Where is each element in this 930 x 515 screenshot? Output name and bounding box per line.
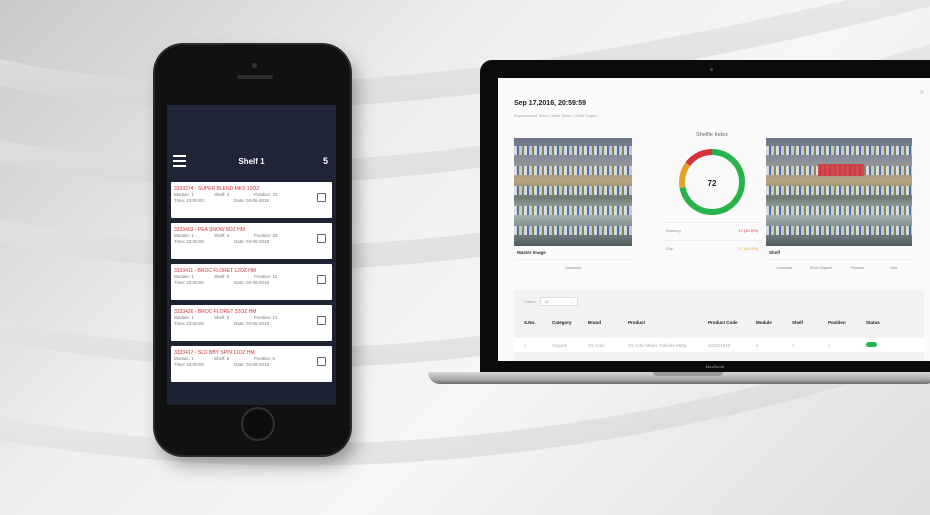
macbook-label: MacBook — [705, 364, 725, 369]
item-time: Time: 23:00:00 — [174, 362, 204, 367]
item-date: Date: 03-06-2018 — [234, 280, 270, 285]
header-count: 5 — [322, 156, 328, 166]
show-original-button[interactable]: Show Original — [803, 266, 840, 270]
item-checkbox[interactable] — [317, 193, 326, 202]
item-time: Time: 23:00:00 — [174, 198, 204, 203]
trackpad-notch — [653, 372, 723, 376]
shelfie-index-panel: Shelfie Index 72 Warning 17 (40.5%) Gap … — [662, 128, 762, 278]
item-checkbox[interactable] — [317, 234, 326, 243]
item-time: Time: 23:00:00 — [174, 280, 204, 285]
list-item[interactable]: 3333426 - BROC FLORET 32OZ HM Module: 1S… — [171, 305, 332, 341]
shelf-image — [766, 138, 912, 246]
list-item[interactable]: 3333411 - BROC FLORET 12OZ HM Module: 1S… — [171, 264, 332, 300]
list-item[interactable]: 3333403 - PEA SNOW 8OZ HM Module: 1 Shelf… — [171, 223, 332, 259]
master-image — [514, 138, 632, 246]
phone-screen: Shelf 1 5 3333374 - SUPER BLEND MKS 10OZ… — [167, 105, 336, 405]
camera-dot — [252, 63, 257, 68]
laptop-screen: × Sep 17,2016, 20:59:59 Supermarket Tesc… — [498, 78, 930, 361]
chevron-down-icon: ⌄ — [571, 299, 575, 304]
item-checkbox[interactable] — [317, 316, 326, 325]
item-time: Time: 23:00:00 — [174, 239, 204, 244]
item-date: Date: 03-06-2018 — [234, 239, 270, 244]
item-checkbox[interactable] — [317, 275, 326, 284]
app-header: Shelf 1 5 — [167, 105, 336, 179]
list-item[interactable]: 3333417 - SLD BBY SPIN 11OZ HM Module: 1… — [171, 346, 332, 382]
status-filter: Status All ⌄ — [524, 297, 579, 306]
list-item[interactable]: 3333374 - SUPER BLEND MKS 10OZ Module: 1… — [171, 182, 332, 218]
item-date: Date: 03-06-2018 — [234, 198, 270, 203]
download-button[interactable]: Download — [766, 266, 803, 270]
download-button[interactable]: Download — [514, 266, 632, 270]
dashboard-date: Sep 17,2016, 20:59:59 — [514, 100, 586, 107]
laptop-base — [428, 372, 930, 384]
item-checkbox[interactable] — [317, 357, 326, 366]
stat-value: 17 (40.5%) — [738, 228, 758, 233]
home-button[interactable] — [241, 407, 275, 441]
next-button[interactable]: Next — [876, 266, 913, 270]
item-list: 3333374 - SUPER BLEND MKS 10OZ Module: 1… — [167, 182, 336, 387]
shelf-image-label: Shelf — [766, 246, 912, 260]
stat-value: 17 (40.5%) — [738, 246, 758, 251]
previous-button[interactable]: Previous — [839, 266, 876, 270]
stat-label: Gap — [666, 246, 674, 251]
status-filter-label: Status — [524, 299, 536, 304]
stat-row-warning: Warning 17 (40.5%) — [662, 222, 762, 238]
product-table: Status All ⌄ S.No. Category Brand Produc… — [514, 290, 924, 361]
status-select[interactable]: All ⌄ — [540, 297, 579, 306]
gauge-value: 72 — [708, 179, 717, 188]
master-image-card: Master Image Download — [514, 138, 632, 270]
stat-row-gap: Gap 17 (40.5%) — [662, 240, 762, 256]
close-icon[interactable]: × — [919, 88, 924, 97]
master-image-label: Master Image — [514, 246, 632, 260]
breadcrumb: Supermarket Tesco / Aisle Tesco / Shelf … — [514, 113, 597, 118]
webcam — [710, 68, 713, 71]
shelf-image-card: Shelf Download Show Original Previous Ne… — [766, 138, 912, 270]
stat-label: Warning — [666, 228, 681, 233]
status-badge — [866, 342, 877, 347]
item-time: Time: 23:00:00 — [174, 321, 204, 326]
item-date: Date: 03-06-2018 — [234, 362, 270, 367]
gauge-title: Shelfie Index — [696, 132, 728, 138]
gauge-chart: 72 — [679, 149, 745, 215]
table-header: S.No. Category Brand Product Product Cod… — [524, 320, 880, 325]
phone-device: Shelf 1 5 3333374 - SUPER BLEND MKS 10OZ… — [155, 45, 350, 455]
earpiece — [237, 75, 273, 79]
table-row[interactable]: 1 Yogurts TS Activ TS Activ Mixes Yahool… — [514, 338, 924, 352]
item-date: Date: 03-06-2018 — [234, 321, 270, 326]
header-title: Shelf 1 — [238, 157, 265, 166]
